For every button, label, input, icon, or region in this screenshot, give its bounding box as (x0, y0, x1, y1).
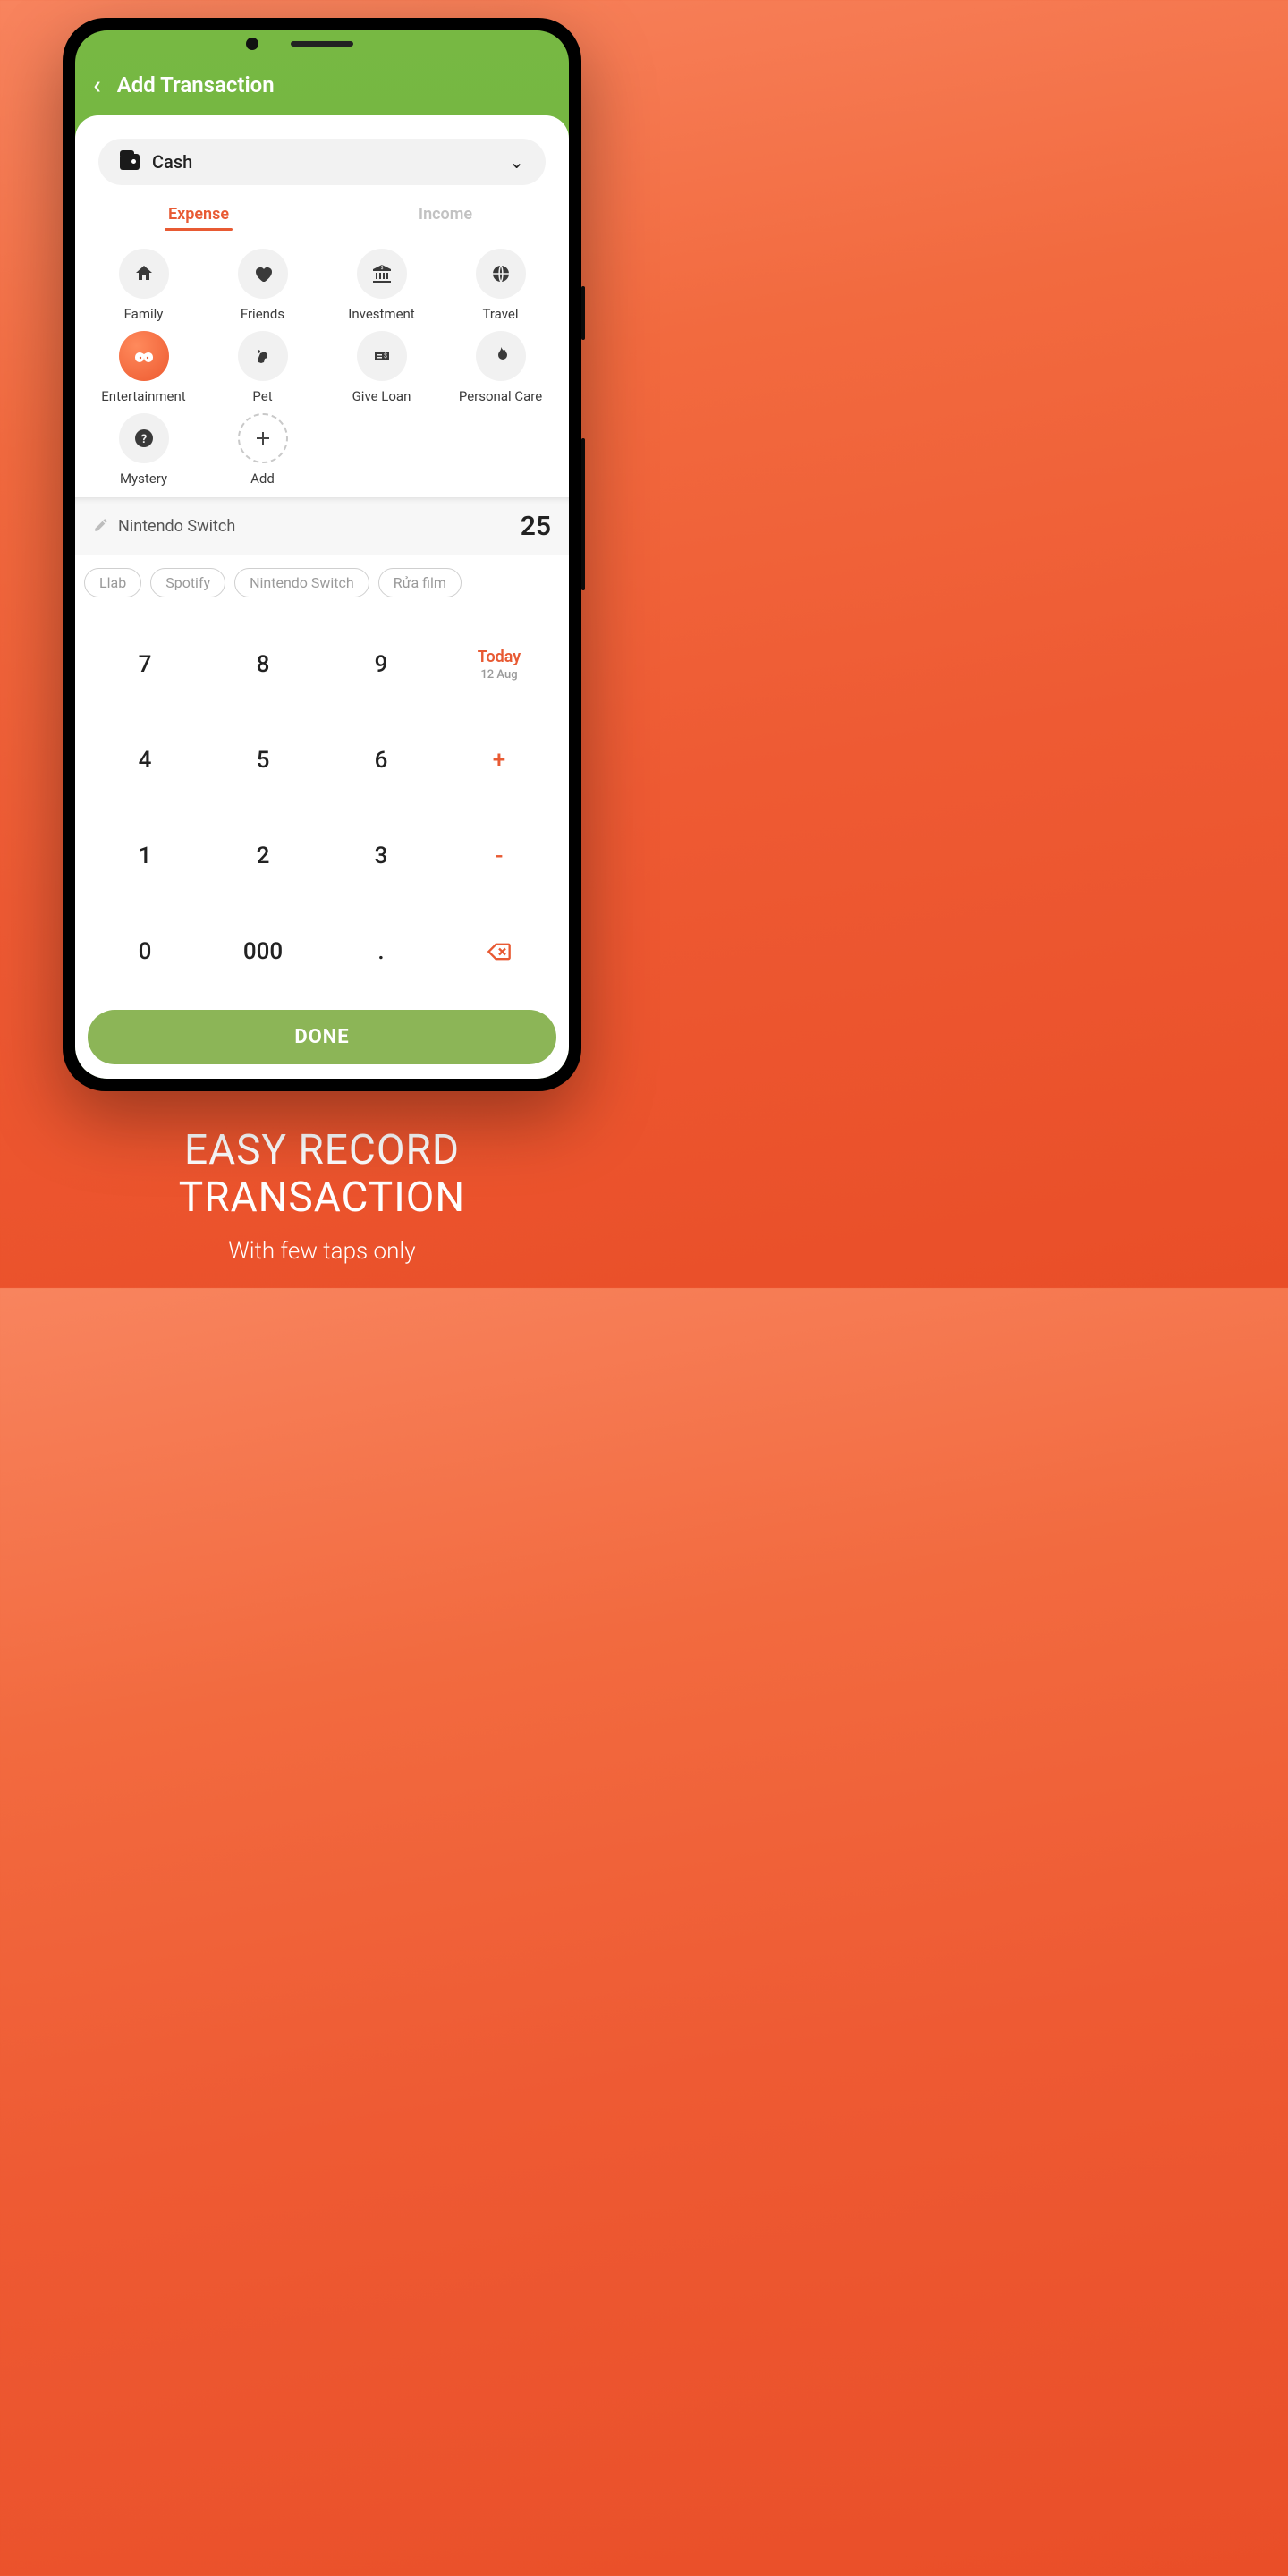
key-000[interactable]: 000 (204, 903, 322, 999)
category-travel[interactable]: Travel (441, 249, 560, 322)
svg-text:$: $ (384, 352, 387, 360)
category-label: Mystery (120, 470, 167, 487)
key-7[interactable]: 7 (86, 617, 204, 713)
key-1[interactable]: 1 (86, 809, 204, 904)
category-pet[interactable]: Pet (203, 331, 322, 404)
category-entertainment[interactable]: Entertainment (84, 331, 203, 404)
category-label: Give Loan (352, 388, 411, 404)
key-6[interactable]: 6 (322, 713, 440, 809)
key-3[interactable]: 3 (322, 809, 440, 904)
key-backspace[interactable] (440, 903, 558, 999)
suggestion-chip[interactable]: Spotify (150, 568, 225, 597)
promo-line2: TRANSACTION (179, 1174, 465, 1222)
category-label: Investment (348, 306, 414, 322)
note-input[interactable]: Nintendo Switch (118, 517, 512, 536)
key-9[interactable]: 9 (322, 617, 440, 713)
suggestion-chip[interactable]: Rửa film (378, 568, 462, 597)
date-label: Today (478, 648, 521, 666)
done-button[interactable]: DONE (88, 1010, 556, 1064)
category-label: Add (250, 470, 275, 487)
mask-icon (119, 331, 169, 381)
pet-icon (238, 331, 288, 381)
phone-speaker (291, 41, 353, 47)
category-label: Travel (482, 306, 518, 322)
amount-display: 25 (521, 511, 551, 542)
phone-side-button (581, 438, 585, 590)
category-family[interactable]: Family (84, 249, 203, 322)
svg-text:$: $ (380, 265, 383, 271)
pencil-icon (93, 517, 109, 537)
phone-side-button (581, 286, 585, 340)
back-icon[interactable]: ‹ (93, 70, 101, 99)
key-0[interactable]: 0 (86, 903, 204, 999)
keypad: 7 8 9 Today 12 Aug 4 5 6 + 1 2 3 - 0 000… (75, 610, 569, 1004)
key-8[interactable]: 8 (204, 617, 322, 713)
key-2[interactable]: 2 (204, 809, 322, 904)
svg-text:?: ? (140, 433, 146, 446)
suggestion-chip[interactable]: Llab (84, 568, 141, 597)
type-tabs: Expense Income (75, 205, 569, 231)
promo-sub: With few taps only (179, 1238, 465, 1265)
flame-icon (476, 331, 526, 381)
tab-income[interactable]: Income (322, 205, 569, 231)
phone-frame: ‹ Add Transaction Cash ⌄ Expense Income … (63, 18, 581, 1091)
category-investment[interactable]: $ Investment (322, 249, 441, 322)
phone-camera (246, 38, 258, 50)
account-selector[interactable]: Cash ⌄ (98, 139, 546, 185)
key-minus[interactable]: - (440, 809, 558, 904)
category-mystery[interactable]: ? Mystery (84, 413, 203, 487)
category-label: Pet (252, 388, 272, 404)
house-icon (119, 249, 169, 299)
date-picker[interactable]: Today 12 Aug (440, 617, 558, 713)
category-grid: Family Friends $ Investment Travel Entertainm… (75, 231, 569, 497)
key-5[interactable]: 5 (204, 713, 322, 809)
loan-icon: $ (357, 331, 407, 381)
key-4[interactable]: 4 (86, 713, 204, 809)
note-amount-row: Nintendo Switch 25 (75, 497, 569, 555)
main-sheet: Cash ⌄ Expense Income Family Friends $ Inve… (75, 115, 569, 1079)
category-personal-care[interactable]: Personal Care (441, 331, 560, 404)
screen: ‹ Add Transaction Cash ⌄ Expense Income … (75, 30, 569, 1079)
category-label: Family (124, 306, 164, 322)
suggestion-chip[interactable]: Nintendo Switch (234, 568, 369, 597)
heart-icon (238, 249, 288, 299)
tab-expense[interactable]: Expense (75, 205, 322, 231)
promo-line1: EASY RECORD (184, 1126, 460, 1174)
plus-icon (238, 413, 288, 463)
question-icon: ? (119, 413, 169, 463)
key-dot[interactable]: . (322, 903, 440, 999)
category-add[interactable]: Add (203, 413, 322, 487)
category-label: Friends (241, 306, 284, 322)
key-plus[interactable]: + (440, 713, 558, 809)
date-sub: 12 Aug (480, 668, 517, 682)
category-label: Entertainment (101, 388, 185, 404)
bank-icon: $ (357, 249, 407, 299)
category-give-loan[interactable]: $ Give Loan (322, 331, 441, 404)
account-name: Cash (152, 151, 496, 173)
category-friends[interactable]: Friends (203, 249, 322, 322)
suggestion-chips: Llab Spotify Nintendo Switch Rửa film (75, 555, 569, 610)
chevron-down-icon: ⌄ (509, 151, 524, 173)
page-title: Add Transaction (117, 72, 275, 97)
category-label: Personal Care (459, 388, 542, 404)
wallet-icon (120, 154, 140, 170)
globe-icon (476, 249, 526, 299)
promo-text: EASY RECORD TRANSACTION With few taps on… (179, 1127, 465, 1265)
